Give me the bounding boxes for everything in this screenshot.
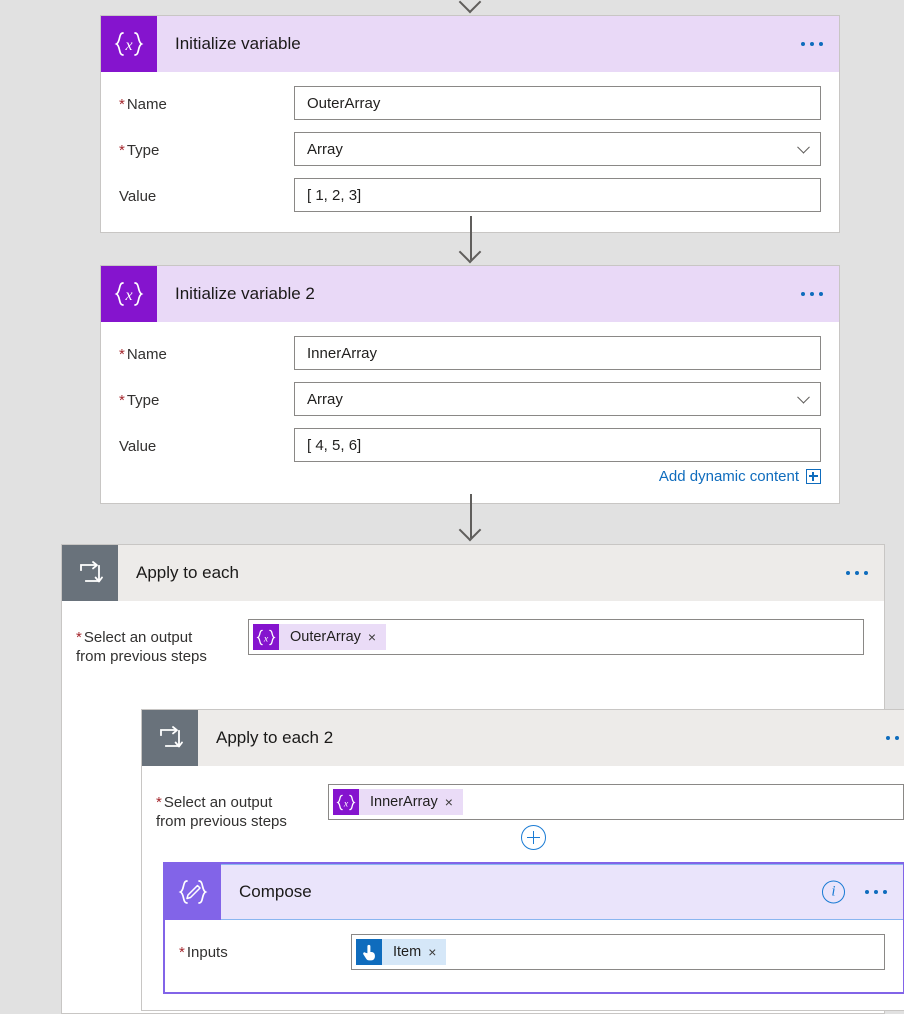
close-icon[interactable]: × xyxy=(428,944,446,960)
more-commands-icon[interactable] xyxy=(801,42,823,46)
name-input-value: OuterArray xyxy=(307,94,381,112)
card-body-compose: * Inputs Item × xyxy=(165,920,903,992)
name-input[interactable]: OuterArray xyxy=(294,86,821,120)
type-dropdown-value: Array xyxy=(307,140,343,158)
required-asterisk: * xyxy=(76,629,82,646)
required-asterisk: * xyxy=(119,346,125,363)
flow-canvas: x Initialize variable * Name OuterArray *… xyxy=(0,0,904,1014)
more-commands-icon[interactable] xyxy=(886,736,904,740)
value-input-value: [ 4, 5, 6] xyxy=(307,436,362,454)
name-input-value: InnerArray xyxy=(307,344,378,362)
info-icon[interactable]: i xyxy=(822,880,845,904)
variable-braces-x-icon: x xyxy=(101,16,157,72)
card-body-initialize-variable: * Name OuterArray * Type Array Value [1… xyxy=(101,72,839,232)
field-label-type: * Type xyxy=(119,142,160,159)
field-label-value: Value xyxy=(119,438,157,455)
container-header-apply-to-each[interactable]: Apply to each xyxy=(62,545,884,601)
container-body-apply-to-each: * Select an output from previous steps x … xyxy=(62,601,904,1011)
card-initialize-variable-2[interactable]: x Initialize variable 2 * Name InnerArray… xyxy=(100,265,840,504)
token-inner-array[interactable]: x InnerArray × xyxy=(333,789,463,815)
type-dropdown-value: Array xyxy=(307,390,343,408)
required-asterisk: * xyxy=(156,794,162,811)
container-apply-to-each-2[interactable]: Apply to each 2 * Select an output from p… xyxy=(141,709,904,1011)
required-asterisk: * xyxy=(119,142,125,159)
field-row-name: * Name InnerArray xyxy=(119,336,821,370)
token-item[interactable]: Item × xyxy=(356,939,447,965)
add-dynamic-content-link[interactable]: Add dynamic content xyxy=(119,468,821,485)
close-icon[interactable]: × xyxy=(445,794,463,810)
field-row-value: Value [ 1, 2, 3] xyxy=(119,178,821,212)
field-row-select-output-2: *Select an output from previous steps x xyxy=(142,784,904,831)
field-row-name: * Name OuterArray xyxy=(119,86,821,120)
add-dynamic-content-plus-icon xyxy=(806,469,821,484)
value-input-value: [ 1, 2, 3] xyxy=(307,186,362,204)
field-label-type: * Type xyxy=(119,392,160,409)
arrow-initialize-variable-to-initialize-variable-2 xyxy=(458,240,482,264)
chevron-down-icon xyxy=(797,390,810,404)
field-label-name: * Name xyxy=(119,346,167,363)
svg-text:x: x xyxy=(263,633,269,644)
card-header-initialize-variable[interactable]: x Initialize variable xyxy=(101,16,839,72)
close-icon[interactable]: × xyxy=(368,629,386,645)
container-title-apply-to-each-2: Apply to each 2 xyxy=(216,728,334,747)
token-label: OuterArray xyxy=(290,629,361,645)
card-header-initialize-variable-2[interactable]: x Initialize variable 2 xyxy=(101,266,839,322)
card-title-compose: Compose xyxy=(239,882,312,901)
select-output-input[interactable]: x OuterArray × xyxy=(248,619,864,655)
card-compose[interactable]: Compose i * Inputs Item × xyxy=(163,862,904,994)
value-input[interactable]: [ 1, 2, 3] xyxy=(294,178,821,212)
arrow-top-into-initialize-variable xyxy=(458,0,482,14)
inputs-field[interactable]: Item × xyxy=(351,934,885,970)
card-title-initialize-variable: Initialize variable xyxy=(175,34,301,53)
card-body-initialize-variable-2: * Name InnerArray * Type Array Value [4… xyxy=(101,322,839,503)
variable-braces-x-icon: x xyxy=(101,266,157,322)
field-label-select-output-2: * Select an output from previous steps xyxy=(156,794,287,830)
required-asterisk: * xyxy=(179,944,185,961)
svg-text:x: x xyxy=(124,287,132,304)
type-dropdown[interactable]: Array xyxy=(294,132,821,166)
field-row-type: * Type Array xyxy=(119,132,821,166)
svg-text:x: x xyxy=(343,798,349,809)
field-label-name: * Name xyxy=(119,96,167,113)
field-row-value: Value [ 4, 5, 6] xyxy=(119,428,821,462)
card-initialize-variable[interactable]: x Initialize variable * Name OuterArray *… xyxy=(100,15,840,233)
more-commands-icon[interactable] xyxy=(846,571,868,575)
name-input[interactable]: InnerArray xyxy=(294,336,821,370)
compose-pencil-braces-icon xyxy=(165,864,221,920)
token-label: InnerArray xyxy=(370,794,438,810)
loop-icon xyxy=(62,545,118,601)
more-commands-icon[interactable] xyxy=(801,292,823,296)
value-input[interactable]: [ 4, 5, 6] xyxy=(294,428,821,462)
token-outer-array[interactable]: x OuterArray × xyxy=(253,624,387,650)
container-apply-to-each[interactable]: Apply to each * Select an output from pre… xyxy=(61,544,904,1014)
variable-braces-x-icon: x xyxy=(333,789,359,815)
field-row-inputs: * Inputs Item × xyxy=(179,934,885,970)
container-body-apply-to-each-2: *Select an output from previous steps x xyxy=(142,766,904,994)
chevron-down-icon xyxy=(797,140,810,154)
card-title-initialize-variable-2: Initialize variable 2 xyxy=(175,284,315,303)
field-row-type: * Type Array xyxy=(119,382,821,416)
field-row-select-output: * Select an output from previous steps x … xyxy=(62,619,884,666)
container-title-apply-to-each: Apply to each xyxy=(136,563,240,582)
type-dropdown[interactable]: Array xyxy=(294,382,821,416)
field-label-inputs: * Inputs xyxy=(179,944,228,961)
add-dynamic-content-label: Add dynamic content xyxy=(658,468,799,485)
variable-braces-x-icon: x xyxy=(253,624,279,650)
required-asterisk: * xyxy=(119,392,125,409)
item-hand-pointer-icon xyxy=(356,939,382,965)
field-label-select-output: * Select an output from previous steps xyxy=(76,629,207,665)
svg-text:x: x xyxy=(124,37,132,54)
compose-header-focus-outline xyxy=(221,864,903,920)
field-label-value: Value xyxy=(119,188,157,205)
select-output-input-2[interactable]: x InnerArray × xyxy=(328,784,904,820)
loop-icon xyxy=(142,710,198,766)
add-step-plus-icon[interactable] xyxy=(521,825,546,850)
container-header-apply-to-each-2[interactable]: Apply to each 2 xyxy=(142,710,904,766)
card-header-compose[interactable]: Compose i xyxy=(165,864,903,920)
more-commands-icon[interactable] xyxy=(865,890,887,894)
token-label: Item xyxy=(393,944,422,960)
required-asterisk: * xyxy=(119,96,125,113)
arrow-initialize-variable-2-to-apply-to-each xyxy=(458,518,482,542)
